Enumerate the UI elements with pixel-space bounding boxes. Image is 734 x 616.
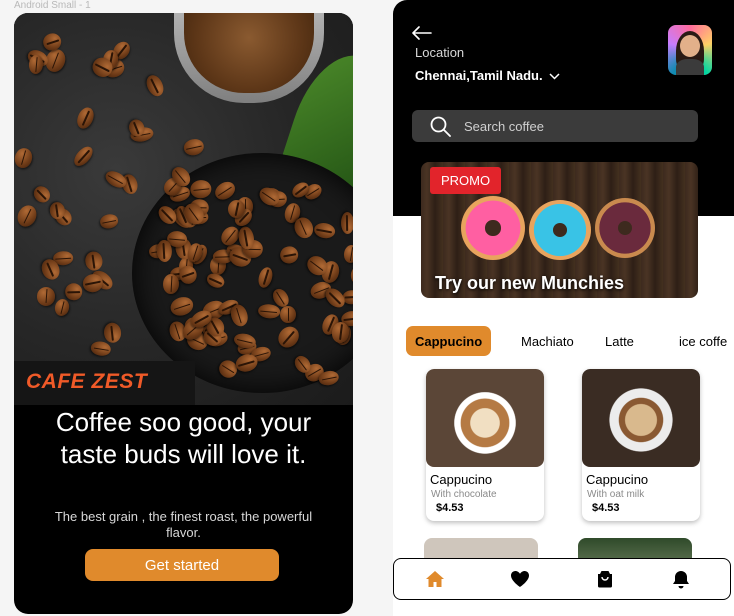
coffee-bean-image [182,137,206,157]
coffee-bean-image [53,297,72,318]
coffee-bean-image [74,104,97,131]
product-image [582,369,700,467]
coffee-bean-image [280,305,297,324]
tab-machiato[interactable]: Machiato [521,326,574,356]
product-name: Cappucino [586,472,649,487]
nav-notifications[interactable] [670,568,692,590]
back-arrow-icon[interactable] [412,26,432,40]
nav-favorites[interactable] [509,568,531,590]
brand-logo: CAFE ZEST [26,370,148,393]
search-icon [430,116,451,137]
product-price: $4.53 [436,502,464,514]
coffee-bean-image [28,54,44,75]
coffee-bean-image [143,73,167,99]
splash-screen: CAFE ZEST Coffee soo good, your taste bu… [14,13,353,614]
product-image [426,369,544,467]
tab-latte[interactable]: Latte [605,326,634,356]
bag-icon [598,571,612,588]
tab-cappucino[interactable]: Cappucino [406,326,492,356]
splash-headline: Coffee soo good, your taste buds will lo… [55,407,312,469]
coffee-bean-image [71,143,97,170]
coffee-bean-image [29,182,53,207]
coffee-bean-image [14,202,40,230]
product-desc: With chocolate [431,489,497,500]
tab-ice-coffee[interactable]: ice coffe [679,326,727,356]
hero-coffee-image [14,13,353,405]
portafilter-image [174,13,324,103]
chevron-down-icon [549,72,560,80]
promo-title: Try our new Munchies [435,273,625,293]
home-screen: Location Chennai,Tamil Nadu. Search coff… [393,0,734,616]
coffee-bean-image [35,286,56,307]
location-value: Chennai,Tamil Nadu. [415,68,543,83]
bell-icon [673,570,689,588]
coffee-bean-image [340,211,353,234]
coffee-bean-image [90,340,112,358]
category-tabs: Cappucino Machiato Latte ice coffe [406,326,734,356]
frame-label: Android Small - 1 [14,0,91,11]
get-started-button[interactable]: Get started [85,549,279,581]
search-placeholder: Search coffee [464,118,544,134]
bottom-navigation [393,558,731,600]
search-input[interactable]: Search coffee [412,110,698,142]
coffee-bean-image [83,251,104,273]
promo-badge: PROMO [430,167,502,194]
product-card[interactable]: Cappucino With chocolate $4.53 [426,369,544,521]
coffee-bean-image [102,322,122,344]
nav-cart[interactable] [594,568,616,590]
location-label: Location [415,45,465,60]
splash-subline: The best grain , the finest roast, the p… [54,509,313,540]
donut-image [529,200,591,260]
heart-icon [511,571,529,587]
product-card[interactable]: Cappucino With oat milk $4.53 [582,369,700,521]
promo-banner[interactable]: PROMO Try our new Munchies [421,162,698,298]
home-icon [426,571,444,587]
product-desc: With oat milk [587,489,645,500]
product-name: Cappucino [430,472,493,487]
donut-image [461,196,525,260]
avatar[interactable] [668,25,712,75]
donut-image [595,198,655,258]
coffee-bean-image [98,213,120,231]
coffee-bean-image [14,146,35,170]
location-selector[interactable]: Chennai,Tamil Nadu. [415,68,560,83]
nav-home[interactable] [424,568,446,590]
coffee-bean-image [318,369,341,387]
coffee-bean-image [64,283,83,301]
product-price: $4.53 [592,502,620,514]
